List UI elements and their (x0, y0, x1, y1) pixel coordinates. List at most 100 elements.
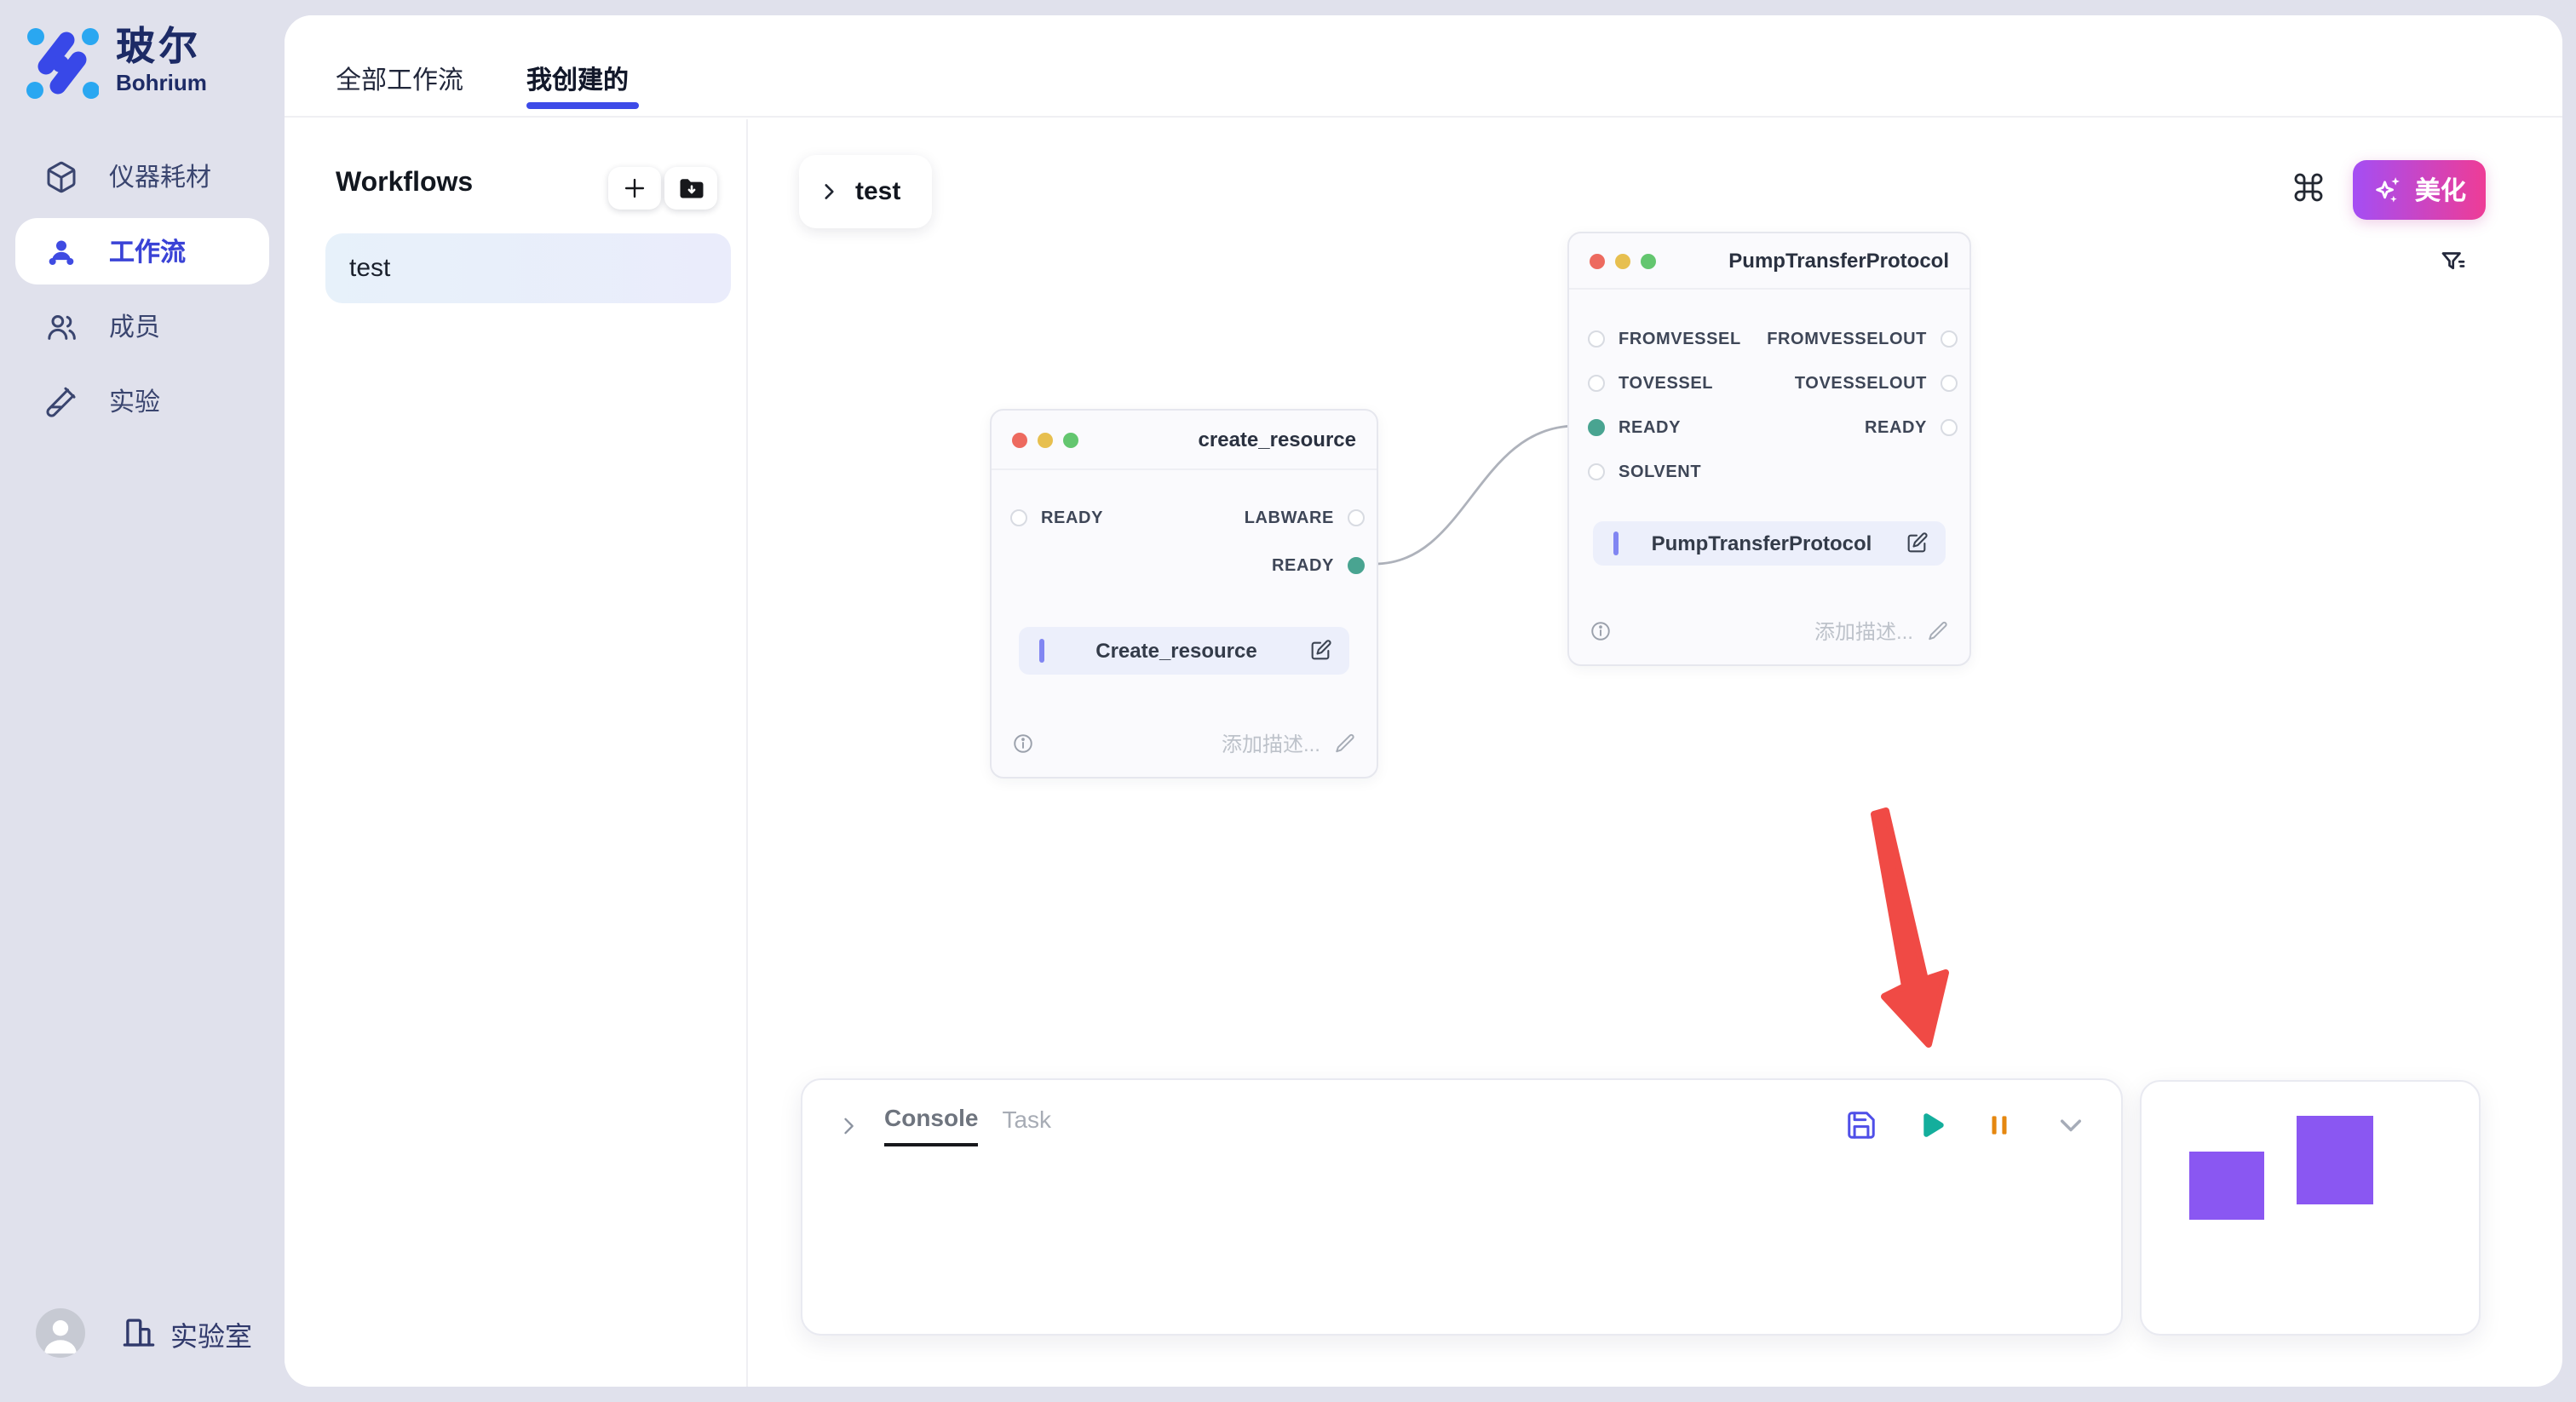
workflow-list-item[interactable]: test (325, 233, 731, 303)
console-tab[interactable]: Console (884, 1104, 978, 1146)
node-traffic-lights (1012, 432, 1078, 447)
node-action[interactable]: Create_resource (1019, 627, 1349, 675)
node-title: PumpTransferProtocol (1728, 249, 1949, 273)
pause-icon (1985, 1109, 2017, 1141)
output-port-tovesselout[interactable] (1941, 375, 1958, 392)
sidebar-item-label: 仪器耗材 (109, 158, 211, 194)
filter-button[interactable] (2438, 247, 2469, 278)
pencil-icon[interactable] (1927, 620, 1949, 642)
beautify-label: 美化 (2415, 172, 2466, 208)
output-port-labware[interactable] (1348, 509, 1365, 526)
console-actions (1845, 1109, 2087, 1141)
description-placeholder[interactable]: 添加描述... (1222, 729, 1320, 758)
workflow-icon (44, 234, 78, 268)
auto-layout-button[interactable] (2291, 170, 2326, 204)
node-pump-transfer-protocol[interactable]: PumpTransferProtocol FROMVESSEL FROMVESS… (1567, 232, 1971, 666)
sparkles-icon (2372, 174, 2405, 206)
node-footer: 添加描述... (1569, 598, 1969, 664)
traffic-yellow-icon[interactable] (1038, 432, 1053, 447)
workspace-switcher[interactable]: 实验室 (121, 1313, 252, 1353)
output-port-ready[interactable] (1941, 419, 1958, 436)
save-icon (1845, 1109, 1877, 1141)
node-create-resource[interactable]: create_resource READY LABWARE READY (990, 409, 1378, 779)
workflows-panel-actions (608, 167, 717, 210)
command-icon (2291, 170, 2326, 204)
output-port-ready[interactable] (1348, 557, 1365, 574)
pause-button[interactable] (1985, 1109, 2017, 1141)
input-port-fromvessel[interactable] (1588, 330, 1605, 348)
brand-logo[interactable]: 玻尔 Bohrium (24, 24, 207, 99)
folder-download-icon (676, 173, 706, 204)
port-label: READY (1865, 418, 1927, 437)
edit-icon[interactable] (1308, 639, 1332, 663)
run-button[interactable] (1915, 1109, 1947, 1141)
traffic-green-icon[interactable] (1641, 253, 1656, 268)
port-label: FROMVESSELOUT (1767, 330, 1927, 348)
description-placeholder[interactable]: 添加描述... (1814, 617, 1913, 646)
node-header: create_resource (992, 411, 1377, 470)
traffic-yellow-icon[interactable] (1615, 253, 1630, 268)
node-header: PumpTransferProtocol (1569, 233, 1969, 290)
node-ports: READY LABWARE READY (992, 470, 1377, 589)
breadcrumb-label: test (855, 177, 900, 206)
beautify-button[interactable]: 美化 (2353, 160, 2486, 220)
edge-create-to-pump (1375, 426, 1576, 564)
chevron-right-icon (818, 181, 840, 203)
node-title: create_resource (1199, 428, 1356, 451)
play-icon (1915, 1109, 1947, 1141)
node-traffic-lights (1590, 253, 1656, 268)
experiment-icon (44, 384, 78, 418)
input-port-ready[interactable] (1588, 419, 1605, 436)
port-label: READY (1619, 418, 1681, 437)
sidebar-menu: 仪器耗材 工作流 (15, 143, 269, 443)
minimap-node (2297, 1116, 2373, 1204)
sidebar-item-members[interactable]: 成员 (15, 293, 269, 359)
input-port-tovessel[interactable] (1588, 375, 1605, 392)
chevron-down-icon (2055, 1109, 2087, 1141)
tab-created-by-me[interactable]: 我创建的 (526, 61, 629, 97)
task-tab[interactable]: Task (1002, 1106, 1051, 1145)
main-content: 全部工作流 我创建的 Workflows (285, 15, 2562, 1387)
traffic-green-icon[interactable] (1063, 432, 1078, 447)
node-footer: 添加描述... (992, 710, 1377, 777)
add-workflow-button[interactable] (608, 167, 661, 210)
breadcrumb[interactable]: test (799, 155, 932, 228)
plus-icon (620, 174, 649, 203)
sidebar-item-experiments[interactable]: 实验 (15, 368, 269, 434)
port-label: READY (1041, 509, 1103, 527)
sidebar-item-label: 成员 (109, 308, 160, 344)
sidebar-item-instruments[interactable]: 仪器耗材 (15, 143, 269, 210)
port-label: READY (1272, 556, 1334, 575)
sidebar: 玻尔 Bohrium 仪器耗材 (0, 0, 285, 1402)
output-port-fromvesselout[interactable] (1941, 330, 1958, 348)
traffic-red-icon[interactable] (1590, 253, 1605, 268)
pencil-icon[interactable] (1334, 733, 1356, 755)
minimap[interactable] (2140, 1080, 2481, 1336)
info-icon[interactable] (1590, 620, 1612, 642)
package-icon (44, 159, 78, 193)
sidebar-item-workflows[interactable]: 工作流 (15, 218, 269, 284)
input-port-solvent[interactable] (1588, 463, 1605, 480)
active-tab-underline (526, 102, 639, 108)
import-workflow-button[interactable] (664, 167, 717, 210)
port-label: FROMVESSEL (1619, 330, 1741, 348)
sidebar-footer: 实验室 (36, 1308, 252, 1358)
filter-icon (2438, 247, 2469, 278)
workflows-panel: Workflows test (285, 119, 748, 1387)
edit-icon[interactable] (1905, 531, 1929, 555)
chevron-right-icon[interactable] (837, 1113, 860, 1137)
save-button[interactable] (1845, 1109, 1877, 1141)
traffic-red-icon[interactable] (1012, 432, 1027, 447)
port-label: TOVESSEL (1619, 374, 1713, 393)
node-action[interactable]: PumpTransferProtocol (1593, 521, 1946, 566)
header-tabs: 全部工作流 我创建的 (285, 15, 2562, 118)
tab-all-workflows[interactable]: 全部工作流 (336, 61, 463, 97)
brand-name-zh: 玻尔 (116, 24, 207, 68)
info-icon[interactable] (1012, 733, 1034, 755)
annotation-red-arrow (1874, 811, 1946, 1044)
input-port-ready[interactable] (1010, 509, 1027, 526)
user-avatar[interactable] (36, 1308, 85, 1358)
workflows-panel-title: Workflows (336, 169, 473, 199)
collapse-panel-button[interactable] (2055, 1109, 2087, 1141)
console-panel: Console Task (801, 1078, 2123, 1336)
